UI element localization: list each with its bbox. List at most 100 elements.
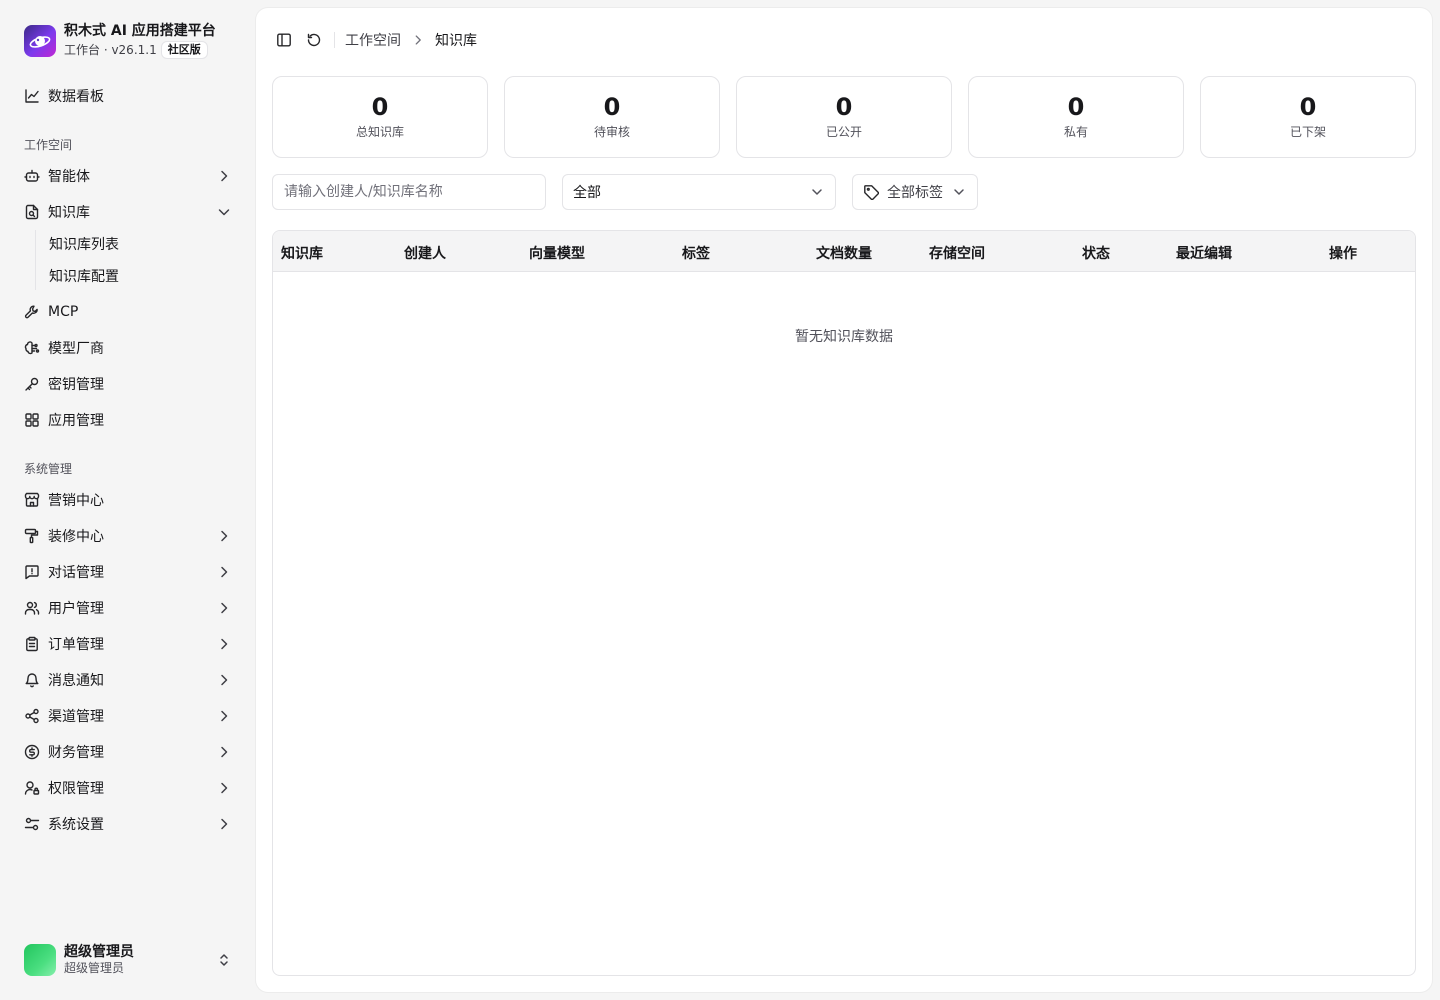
column-header-tags: 标签 — [682, 246, 710, 262]
nav-item-users[interactable]: 用户管理 — [16, 592, 244, 624]
nav-item-settings[interactable]: 系统设置 — [16, 808, 244, 840]
nav-item-key-management[interactable]: 密钥管理 — [16, 368, 244, 400]
stat-value: 0 — [371, 93, 389, 121]
stat-card-public: 0 已公开 — [736, 76, 952, 158]
chevron-right-icon — [216, 168, 232, 184]
breadcrumb-workspace[interactable]: 工作空间 — [345, 30, 401, 50]
users-icon — [24, 600, 40, 616]
edition-badge: 社区版 — [160, 41, 208, 59]
brain-circuit-icon — [24, 340, 40, 356]
nav-item-channels[interactable]: 渠道管理 — [16, 700, 244, 732]
chevron-right-icon — [216, 708, 232, 724]
nav-item-decoration[interactable]: 装修中心 — [16, 520, 244, 552]
column-header-creator: 创建人 — [404, 246, 446, 262]
paint-roller-icon — [24, 528, 40, 544]
search-input[interactable] — [272, 174, 546, 210]
nav-label: 对话管理 — [48, 565, 104, 581]
chevron-down-icon — [809, 184, 825, 200]
column-header-status: 状态 — [1082, 246, 1110, 262]
column-header-storage: 存储空间 — [929, 246, 985, 262]
avatar — [24, 944, 56, 976]
tag-select[interactable]: 全部标签 — [852, 174, 978, 210]
nav-label: 订单管理 — [48, 637, 104, 653]
chevron-right-icon — [216, 564, 232, 580]
nav-label: 应用管理 — [48, 413, 104, 429]
nav-item-model-vendor[interactable]: 模型厂商 — [16, 332, 244, 364]
grid-icon — [24, 412, 40, 428]
nav-label: 装修中心 — [48, 529, 104, 545]
user-role: 超级管理员 — [64, 961, 125, 975]
stat-label: 总知识库 — [355, 125, 404, 139]
message-alert-icon — [24, 564, 40, 580]
bell-icon — [24, 672, 40, 688]
chevron-right-icon — [216, 744, 232, 760]
chevron-right-icon — [216, 672, 232, 688]
column-header-actions: 操作 — [1329, 246, 1357, 262]
main-panel: 工作空间 知识库 0 总知识库 0 待审核 0 已公开 0 私有 0 已下架 全… — [256, 8, 1432, 992]
breadcrumb-current: 知识库 — [435, 33, 477, 49]
key-icon — [24, 376, 40, 392]
nav-label: 用户管理 — [48, 601, 104, 617]
clipboard-list-icon — [24, 636, 40, 652]
nav-item-marketing[interactable]: 营销中心 — [16, 484, 244, 516]
stat-value: 0 — [835, 93, 853, 121]
stat-label: 私有 — [1063, 125, 1088, 139]
wrench-icon — [24, 304, 40, 320]
nav-item-dashboard[interactable]: 数据看板 — [16, 80, 244, 112]
stat-label: 待审核 — [593, 125, 630, 139]
tag-icon — [863, 184, 879, 200]
status-select-value: 全部 — [573, 185, 601, 201]
nav-item-agents[interactable]: 智能体 — [16, 160, 244, 192]
chevron-right-icon — [216, 528, 232, 544]
file-search-icon — [24, 204, 40, 220]
user-lock-icon — [24, 780, 40, 796]
nav-item-notifications[interactable]: 消息通知 — [16, 664, 244, 696]
stat-card-total: 0 总知识库 — [272, 76, 488, 158]
nav-item-conversation[interactable]: 对话管理 — [16, 556, 244, 588]
topbar: 工作空间 知识库 — [272, 28, 477, 52]
nav-label: 渠道管理 — [48, 709, 104, 725]
refresh-icon[interactable] — [302, 28, 326, 52]
nav-label: 系统设置 — [48, 817, 104, 833]
chevron-right-icon — [216, 780, 232, 796]
table-header: 知识库 创建人 向量模型 标签 文档数量 存储空间 状态 最近编辑 操作 — [273, 231, 1415, 272]
settings-sliders-icon — [24, 816, 40, 832]
nav-item-permissions[interactable]: 权限管理 — [16, 772, 244, 804]
chevron-right-icon — [216, 816, 232, 832]
user-menu[interactable]: 超级管理员 超级管理员 — [24, 944, 240, 976]
nav-label: 模型厂商 — [48, 341, 104, 357]
store-icon — [24, 492, 40, 508]
column-header-vector-model: 向量模型 — [529, 246, 585, 262]
stat-label: 已下架 — [1289, 125, 1326, 139]
nav-item-mcp[interactable]: MCP — [16, 296, 244, 328]
nav-item-knowledge[interactable]: 知识库 — [16, 196, 244, 228]
chevron-right-icon — [216, 600, 232, 616]
nav-label: MCP — [48, 304, 79, 320]
stat-value: 0 — [1299, 93, 1317, 121]
submenu-rail — [35, 230, 36, 290]
brand[interactable]: 积木式 AI 应用搭建平台 工作台 · v26.1.1 社区版 — [24, 22, 216, 59]
nav-item-app-management[interactable]: 应用管理 — [16, 404, 244, 436]
stat-label: 已公开 — [825, 125, 862, 139]
nav-item-finance[interactable]: 财务管理 — [16, 736, 244, 768]
dollar-circle-icon — [24, 744, 40, 760]
brand-version: 工作台 · v26.1.1 — [64, 43, 157, 57]
sidebar-toggle-icon[interactable] — [272, 28, 296, 52]
sidebar-item-knowledge-config[interactable]: 知识库配置 — [41, 262, 241, 290]
sidebar-item-knowledge-list[interactable]: 知识库列表 — [41, 230, 241, 258]
status-select[interactable]: 全部 — [562, 174, 836, 210]
stat-value: 0 — [1067, 93, 1085, 121]
stat-card-private: 0 私有 — [968, 76, 1184, 158]
bot-icon — [24, 168, 40, 184]
empty-state-text: 暂无知识库数据 — [795, 329, 893, 345]
chevron-down-icon — [951, 184, 967, 200]
nav-label: 营销中心 — [48, 493, 104, 509]
brand-logo-icon — [24, 24, 56, 57]
user-name: 超级管理员 — [64, 944, 134, 960]
nav-item-orders[interactable]: 订单管理 — [16, 628, 244, 660]
section-label-workspace: 工作空间 — [24, 138, 73, 152]
chevrons-up-down-icon — [216, 952, 232, 968]
nav-label: 密钥管理 — [48, 377, 104, 393]
stat-card-delisted: 0 已下架 — [1200, 76, 1416, 158]
topbar-divider — [334, 32, 335, 48]
